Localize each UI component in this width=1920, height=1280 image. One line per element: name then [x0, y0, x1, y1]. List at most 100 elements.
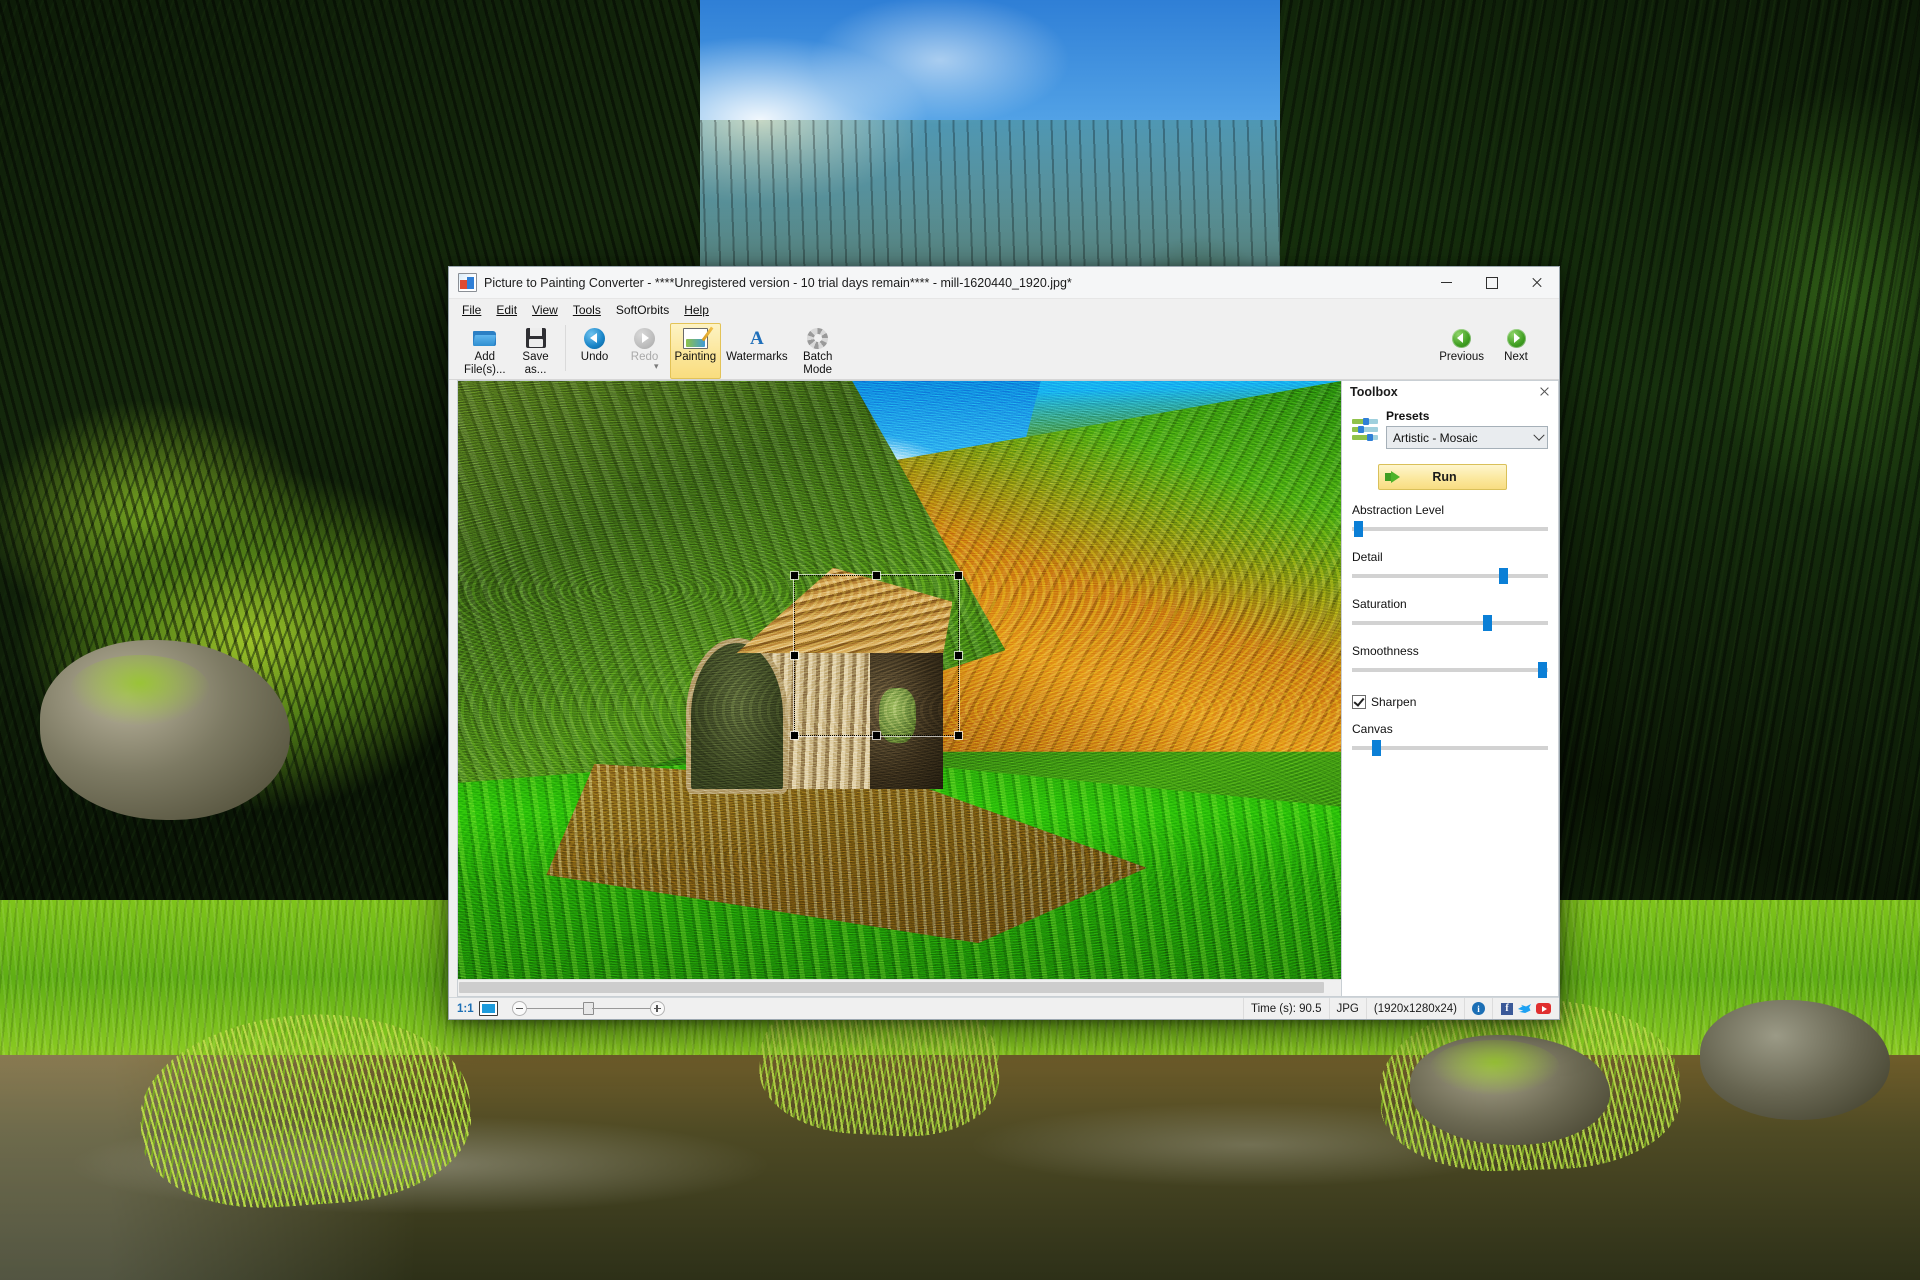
menu-item-view[interactable]: View: [525, 301, 565, 319]
menu-help-label: Help: [684, 302, 709, 317]
marquee-handle[interactable]: [872, 572, 880, 580]
image-dimensions: (1920x1280x24): [1367, 998, 1465, 1019]
marquee-handle[interactable]: [790, 572, 798, 580]
abstraction-level-slider[interactable]: [1352, 521, 1548, 537]
letter-a-icon: A: [750, 327, 764, 349]
save-as-button[interactable]: Save as...: [511, 323, 561, 379]
presets-selected-value: Artistic - Mosaic: [1393, 430, 1478, 445]
smoothness-label: Smoothness: [1352, 644, 1419, 658]
wallpaper-moss: [70, 655, 210, 725]
wallpaper-moss: [1430, 1040, 1560, 1095]
floppy-disk-icon: [525, 326, 546, 350]
slider-thumb[interactable]: [1371, 740, 1381, 756]
processing-time: Time (s): 90.5: [1244, 998, 1330, 1019]
selection-marquee[interactable]: [790, 572, 962, 739]
smoothness-slider[interactable]: [1352, 662, 1548, 678]
save-as-label: Save as...: [522, 351, 549, 376]
window-title: Picture to Painting Converter - ****Unre…: [484, 275, 1072, 290]
previous-label: Previous: [1439, 351, 1484, 363]
zoom-ratio-label[interactable]: 1:1: [449, 1003, 479, 1015]
minimize-button[interactable]: [1424, 267, 1469, 298]
menu-tools-label: Tools: [572, 302, 601, 317]
watermarks-button[interactable]: A Watermarks: [721, 323, 793, 379]
sharpen-checkbox[interactable]: [1352, 695, 1366, 709]
zoom-in-icon[interactable]: [649, 1001, 665, 1016]
scrollbar-thumb[interactable]: [459, 982, 1325, 993]
sharpen-label: Sharpen: [1371, 695, 1417, 709]
toolbox-title: Toolbox: [1350, 385, 1398, 399]
add-files-button[interactable]: Add File(s)...: [459, 323, 511, 379]
marquee-handle[interactable]: [954, 652, 962, 660]
minimize-icon: [1441, 282, 1452, 283]
maximize-button[interactable]: [1469, 267, 1514, 298]
presets-section: Presets Artistic - Mosaic: [1352, 409, 1548, 449]
detail-slider-group: Detail: [1352, 550, 1548, 584]
file-format: JPG: [1330, 998, 1367, 1019]
menu-view-label: View: [532, 302, 558, 317]
undo-button[interactable]: Undo: [570, 323, 620, 379]
marquee-handle[interactable]: [790, 652, 798, 660]
sliders-icon: [1352, 417, 1378, 443]
zoom-slider[interactable]: [506, 1001, 671, 1016]
zoom-out-icon[interactable]: [511, 1001, 527, 1016]
canvas-slider[interactable]: [1352, 740, 1548, 756]
previous-button[interactable]: Previous: [1434, 323, 1489, 379]
info-button[interactable]: i: [1465, 998, 1493, 1019]
sharpen-checkbox-row[interactable]: Sharpen: [1352, 695, 1548, 709]
application-window: Picture to Painting Converter - ****Unre…: [448, 266, 1560, 1020]
close-icon[interactable]: [1538, 385, 1552, 399]
toolbar-navigation-group: Previous Next: [1434, 323, 1541, 379]
status-spacer: [671, 998, 1244, 1019]
next-button[interactable]: Next: [1491, 323, 1541, 379]
marquee-handle[interactable]: [954, 572, 962, 580]
menu-item-edit[interactable]: Edit: [489, 301, 524, 319]
batch-mode-button[interactable]: Batch Mode: [793, 323, 843, 379]
slider-rail: [1352, 527, 1548, 531]
menu-item-help[interactable]: Help: [677, 301, 716, 319]
twitter-icon[interactable]: [1518, 1003, 1531, 1014]
next-label: Next: [1504, 351, 1528, 363]
main-toolbar: Add File(s)... Save as... Undo Redo Pain…: [449, 320, 1559, 380]
detail-slider[interactable]: [1352, 568, 1548, 584]
facebook-icon[interactable]: f: [1501, 1002, 1513, 1015]
image-canvas[interactable]: [458, 381, 1341, 979]
open-folder-icon: [473, 326, 497, 350]
painting-button[interactable]: Painting: [669, 323, 722, 379]
marquee-handle[interactable]: [790, 731, 798, 739]
arrow-left-circle-icon: [1452, 326, 1472, 350]
painting-label: Painting: [674, 351, 717, 363]
youtube-icon[interactable]: [1536, 1003, 1551, 1014]
arrow-right-circle-icon: [1506, 326, 1526, 350]
menu-softorbits-label: SoftOrbits: [615, 302, 670, 317]
marquee-handle[interactable]: [954, 731, 962, 739]
menu-item-softorbits[interactable]: SoftOrbits: [609, 301, 676, 319]
slider-thumb[interactable]: [1538, 662, 1548, 678]
slider-thumb[interactable]: [1483, 615, 1493, 631]
window-controls: [1424, 267, 1559, 298]
menu-edit-label: Edit: [496, 302, 518, 317]
app-logo-icon: [458, 273, 477, 292]
slider-thumb[interactable]: [1499, 568, 1508, 584]
info-icon: i: [1472, 1002, 1485, 1015]
slider-rail: [1352, 746, 1548, 750]
presets-dropdown[interactable]: Artistic - Mosaic: [1386, 426, 1548, 449]
social-links: f: [1493, 1002, 1559, 1015]
image-canvas-panel: [457, 380, 1341, 997]
window-body: Toolbox Presets Artistic - Mosaic Run Ab…: [449, 380, 1559, 997]
maximize-icon: [1485, 276, 1498, 289]
slider-thumb[interactable]: [1353, 521, 1363, 537]
saturation-slider[interactable]: [1352, 615, 1548, 631]
run-button[interactable]: Run: [1378, 464, 1507, 490]
redo-arrow-icon: [634, 326, 656, 350]
undo-arrow-icon: [584, 326, 606, 350]
close-button[interactable]: [1514, 267, 1559, 298]
toolbox-content: Presets Artistic - Mosaic Run Abstractio…: [1342, 403, 1558, 996]
toolbar-overflow-button[interactable]: ▾: [654, 362, 663, 371]
toolbox-panel: Toolbox Presets Artistic - Mosaic Run Ab…: [1341, 380, 1559, 997]
title-bar[interactable]: Picture to Painting Converter - ****Unre…: [449, 267, 1559, 299]
marquee-handle[interactable]: [872, 731, 880, 739]
menu-item-tools[interactable]: Tools: [566, 301, 608, 319]
menu-item-file[interactable]: File: [455, 301, 488, 319]
fit-to-window-icon[interactable]: [478, 1001, 498, 1016]
canvas-horizontal-scrollbar[interactable]: [458, 979, 1341, 996]
